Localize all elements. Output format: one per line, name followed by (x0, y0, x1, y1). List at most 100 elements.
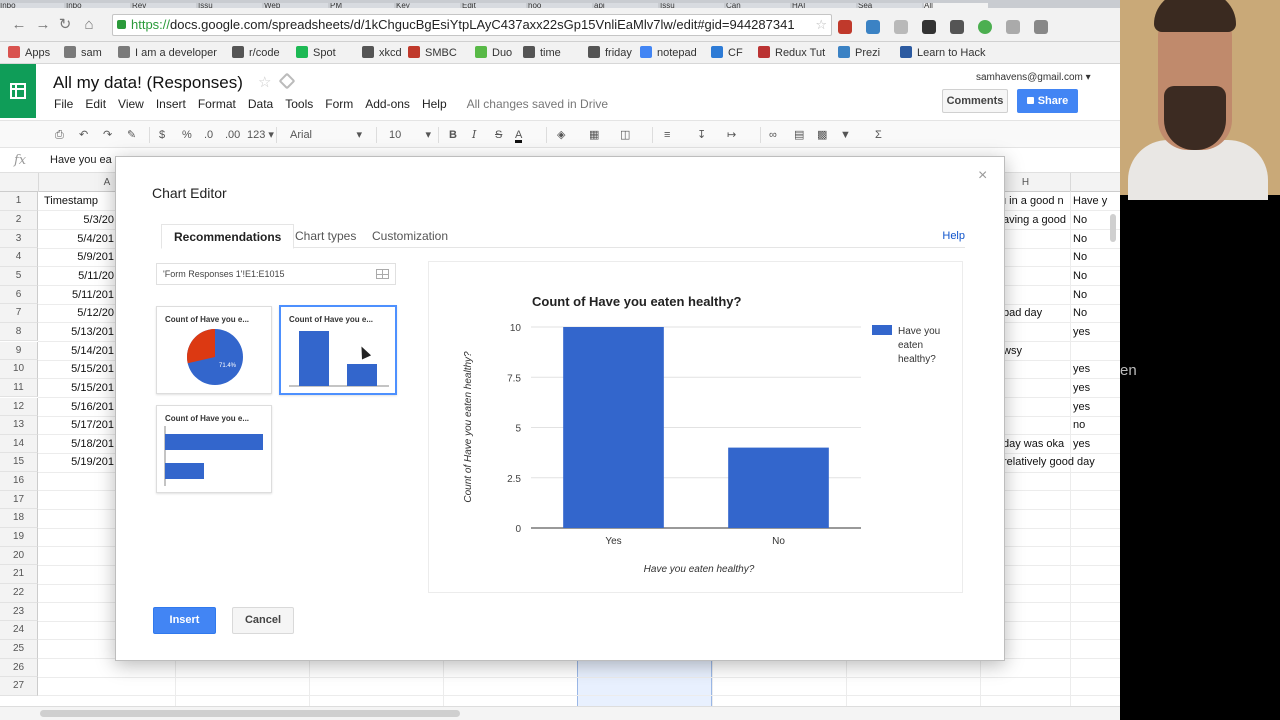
merge-cells-icon[interactable]: ◫ (620, 127, 630, 143)
row-header[interactable]: 14 (0, 434, 38, 454)
print-icon[interactable]: ⎙ (55, 127, 64, 143)
row-header[interactable]: 22 (0, 584, 38, 603)
pocket-icon[interactable] (950, 20, 964, 34)
timestamp-cell[interactable]: 5/17/201 (44, 416, 114, 435)
decrease-decimal-button[interactable]: .0 (204, 127, 213, 143)
insert-button[interactable]: Insert (153, 607, 216, 634)
row-header[interactable]: 15 (0, 453, 38, 473)
bookmark-item[interactable]: xkcd (362, 45, 402, 61)
back-icon[interactable]: ← (10, 16, 28, 34)
recommended-chart-column[interactable]: Count of Have you e... (279, 305, 397, 395)
menu-item-insert[interactable]: Insert (156, 97, 186, 111)
bookmark-item[interactable]: CF (711, 45, 743, 61)
bookmark-item[interactable]: Duo (475, 45, 512, 61)
strikethrough-button[interactable]: S (495, 127, 502, 143)
close-icon[interactable]: × (978, 167, 987, 185)
bookmark-item[interactable]: notepad (640, 45, 697, 61)
eaten-healthy-cell[interactable]: No (1073, 267, 1107, 286)
account-email[interactable]: samhavens@gmail.com ▾ (976, 72, 1091, 83)
timestamp-cell[interactable]: 5/3/20 (44, 211, 114, 230)
eaten-healthy-cell[interactable] (1073, 528, 1107, 547)
reload-icon[interactable]: ↻ (56, 16, 74, 34)
eaten-healthy-cell[interactable] (1073, 565, 1107, 584)
undo-icon[interactable]: ↶ (79, 127, 88, 143)
horizontal-scrollbar[interactable] (0, 706, 1120, 720)
eaten-healthy-cell[interactable]: yes (1073, 435, 1107, 454)
timestamp-cell[interactable]: 5/13/201 (44, 323, 114, 342)
bookmark-item[interactable]: Apps (8, 45, 50, 61)
insert-chart-icon[interactable]: ▩ (817, 127, 827, 143)
italic-button[interactable]: I (472, 127, 476, 143)
eaten-healthy-cell[interactable]: No (1073, 248, 1107, 267)
eaten-healthy-cell[interactable] (1073, 342, 1107, 361)
bookmark-item[interactable]: time (523, 45, 561, 61)
bookmark-star-icon[interactable]: ☆ (815, 15, 827, 35)
timestamp-cell[interactable] (44, 659, 114, 678)
bookmark-item[interactable]: sam (64, 45, 102, 61)
increase-decimal-button[interactable]: .00 (225, 127, 240, 143)
timestamp-cell[interactable]: 5/19/201 (44, 453, 114, 472)
timestamp-cell[interactable] (44, 547, 114, 566)
eaten-healthy-cell[interactable]: yes (1073, 323, 1107, 342)
row-header[interactable]: 16 (0, 472, 38, 491)
help-link[interactable]: Help (942, 224, 965, 248)
ublock-icon[interactable] (838, 20, 852, 34)
currency-format-button[interactable]: $ (159, 127, 165, 143)
chrome-extension-icon[interactable] (978, 20, 992, 34)
header-cell-i[interactable]: Have y (1073, 192, 1119, 211)
menu-item-format[interactable]: Format (198, 97, 236, 111)
cancel-button[interactable]: Cancel (232, 607, 294, 634)
bookmark-item[interactable]: Learn to Hack (900, 45, 985, 61)
eaten-healthy-cell[interactable]: yes (1073, 398, 1107, 417)
recommended-chart-pie[interactable]: Count of Have you e... 71.4% (156, 306, 272, 394)
eaten-healthy-cell[interactable]: yes (1073, 379, 1107, 398)
home-icon[interactable]: ⌂ (80, 16, 98, 34)
borders-icon[interactable]: ▦ (589, 127, 599, 143)
redo-icon[interactable]: ↷ (103, 127, 112, 143)
bookmark-item[interactable]: Spot (296, 45, 336, 61)
row-header[interactable]: 19 (0, 528, 38, 547)
menu-item-add-ons[interactable]: Add-ons (365, 97, 410, 111)
eaten-healthy-cell[interactable] (1073, 453, 1107, 472)
row-header[interactable]: 5 (0, 266, 38, 286)
bookmark-item[interactable]: SMBC (408, 45, 457, 61)
eaten-healthy-cell[interactable]: yes (1073, 360, 1107, 379)
header-cell-h[interactable]: u in a good n (1000, 192, 1068, 211)
timestamp-cell[interactable]: 5/15/201 (44, 360, 114, 379)
eaten-healthy-cell[interactable] (1073, 509, 1107, 528)
row-header[interactable]: 10 (0, 360, 38, 379)
select-range-grid-icon[interactable] (376, 269, 389, 279)
document-title[interactable]: All my data! (Responses) (53, 73, 243, 93)
timestamp-cell[interactable] (44, 528, 114, 547)
filter-icon[interactable]: ▼ (840, 127, 851, 143)
row-header[interactable]: 27 (0, 677, 38, 696)
menu-icon[interactable] (1034, 20, 1048, 34)
menu-item-data[interactable]: Data (248, 97, 273, 111)
timestamp-cell[interactable]: 5/18/201 (44, 435, 114, 454)
paint-format-icon[interactable]: ✎ (127, 127, 136, 143)
star-icon[interactable]: ☆ (258, 73, 271, 91)
row-header[interactable]: 8 (0, 322, 38, 342)
row-header[interactable]: 26 (0, 658, 38, 678)
share-button[interactable]: Share (1017, 89, 1078, 113)
timestamp-cell[interactable] (44, 603, 114, 622)
tab-chart-types[interactable]: Chart types (283, 224, 368, 248)
eaten-healthy-cell[interactable] (1073, 472, 1107, 491)
timestamp-cell[interactable] (44, 509, 114, 528)
comments-button[interactable]: Comments (942, 89, 1008, 113)
menu-item-edit[interactable]: Edit (85, 97, 106, 111)
bookmark-item[interactable]: friday (588, 45, 632, 61)
insert-comment-icon[interactable]: ▤ (794, 127, 804, 143)
row-header[interactable]: 25 (0, 639, 38, 659)
bookmark-item[interactable]: Prezi (838, 45, 880, 61)
gray-extension-icon[interactable] (1006, 20, 1020, 34)
timestamp-cell[interactable] (44, 621, 114, 640)
timestamp-cell[interactable]: 5/9/201 (44, 248, 114, 267)
eaten-healthy-cell[interactable]: no (1073, 416, 1107, 435)
row-header[interactable]: 18 (0, 509, 38, 528)
row-header[interactable]: 24 (0, 621, 38, 640)
phone-icon[interactable] (866, 20, 880, 34)
recommended-chart-bar[interactable]: Count of Have you e... (156, 405, 272, 493)
timestamp-cell[interactable]: 5/11/20 (44, 267, 114, 286)
text-wrap-icon[interactable]: ↦ (727, 127, 736, 143)
